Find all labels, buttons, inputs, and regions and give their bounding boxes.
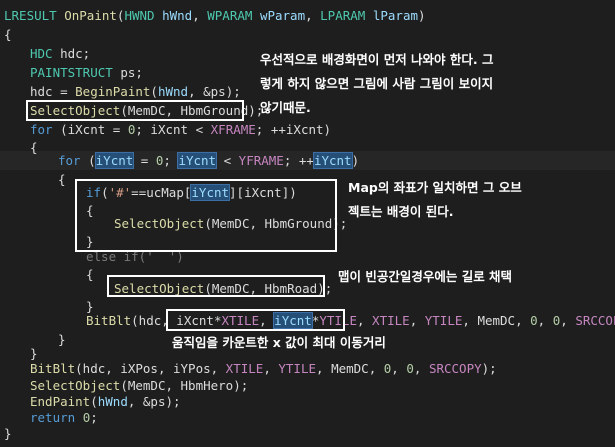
box-x-coord — [166, 309, 345, 331]
note-road: 맵이 빈공간일경우에는 길로 채택 — [338, 269, 513, 284]
code-line-5[interactable]: hdc = BeginPaint(hWnd, &ps); — [30, 82, 241, 101]
code-line-9[interactable]: { — [30, 138, 38, 157]
code-line-11[interactable]: { — [58, 170, 66, 189]
highlight-iycnt: iYcnt — [94, 152, 135, 169]
box-select-ground — [26, 100, 244, 121]
code-line-27[interactable]: } — [4, 424, 12, 443]
note-map-line-1: Map의 좌표가 일치하면 그 오브 — [348, 180, 522, 195]
code-line-21[interactable]: } — [58, 330, 66, 349]
code-line-2[interactable]: { — [4, 25, 12, 44]
code-line-26[interactable]: return 0; — [30, 408, 98, 427]
code-line-17[interactable]: { — [86, 265, 94, 284]
note-map-line-2: 젝트는 배경이 된다. — [348, 204, 454, 219]
box-select-road — [107, 275, 325, 297]
note-map: Map의 좌표가 일치하면 그 오브 젝트는 배경이 된다. — [348, 176, 522, 224]
code-line-8[interactable]: for (iXcnt = 0; iXcnt < XFRAME; ++iXcnt) — [30, 120, 331, 139]
note-background-line-1: 우선적으로 배경화면이 먼저 나와야 한다. 그 — [260, 52, 494, 67]
code-line-4[interactable]: PAINTSTRUCT ps; — [30, 63, 143, 82]
note-move: 움직임을 카운트한 x 값이 최대 이동거리 — [172, 335, 386, 350]
token-onpaint: OnPaint — [64, 8, 117, 23]
code-line-3[interactable]: HDC hdc; — [30, 44, 90, 63]
code-line-1[interactable]: LRESULT OnPaint(HWND hWnd, WPARAM wParam… — [4, 6, 426, 25]
box-map-check — [75, 179, 337, 252]
note-background-line-2: 렇게 하지 않으면 그림에 사람 그림이 보이지 — [260, 76, 494, 91]
token-lresult: LRESULT — [4, 8, 57, 23]
note-background: 우선적으로 배경화면이 먼저 나와야 한다. 그 렇게 하지 않으면 그림에 사… — [260, 48, 494, 120]
code-line-10[interactable]: for (iYcnt = 0; iYcnt < YFRAME; ++iYcnt) — [58, 151, 359, 170]
note-background-line-3: 않기때문. — [260, 100, 311, 115]
